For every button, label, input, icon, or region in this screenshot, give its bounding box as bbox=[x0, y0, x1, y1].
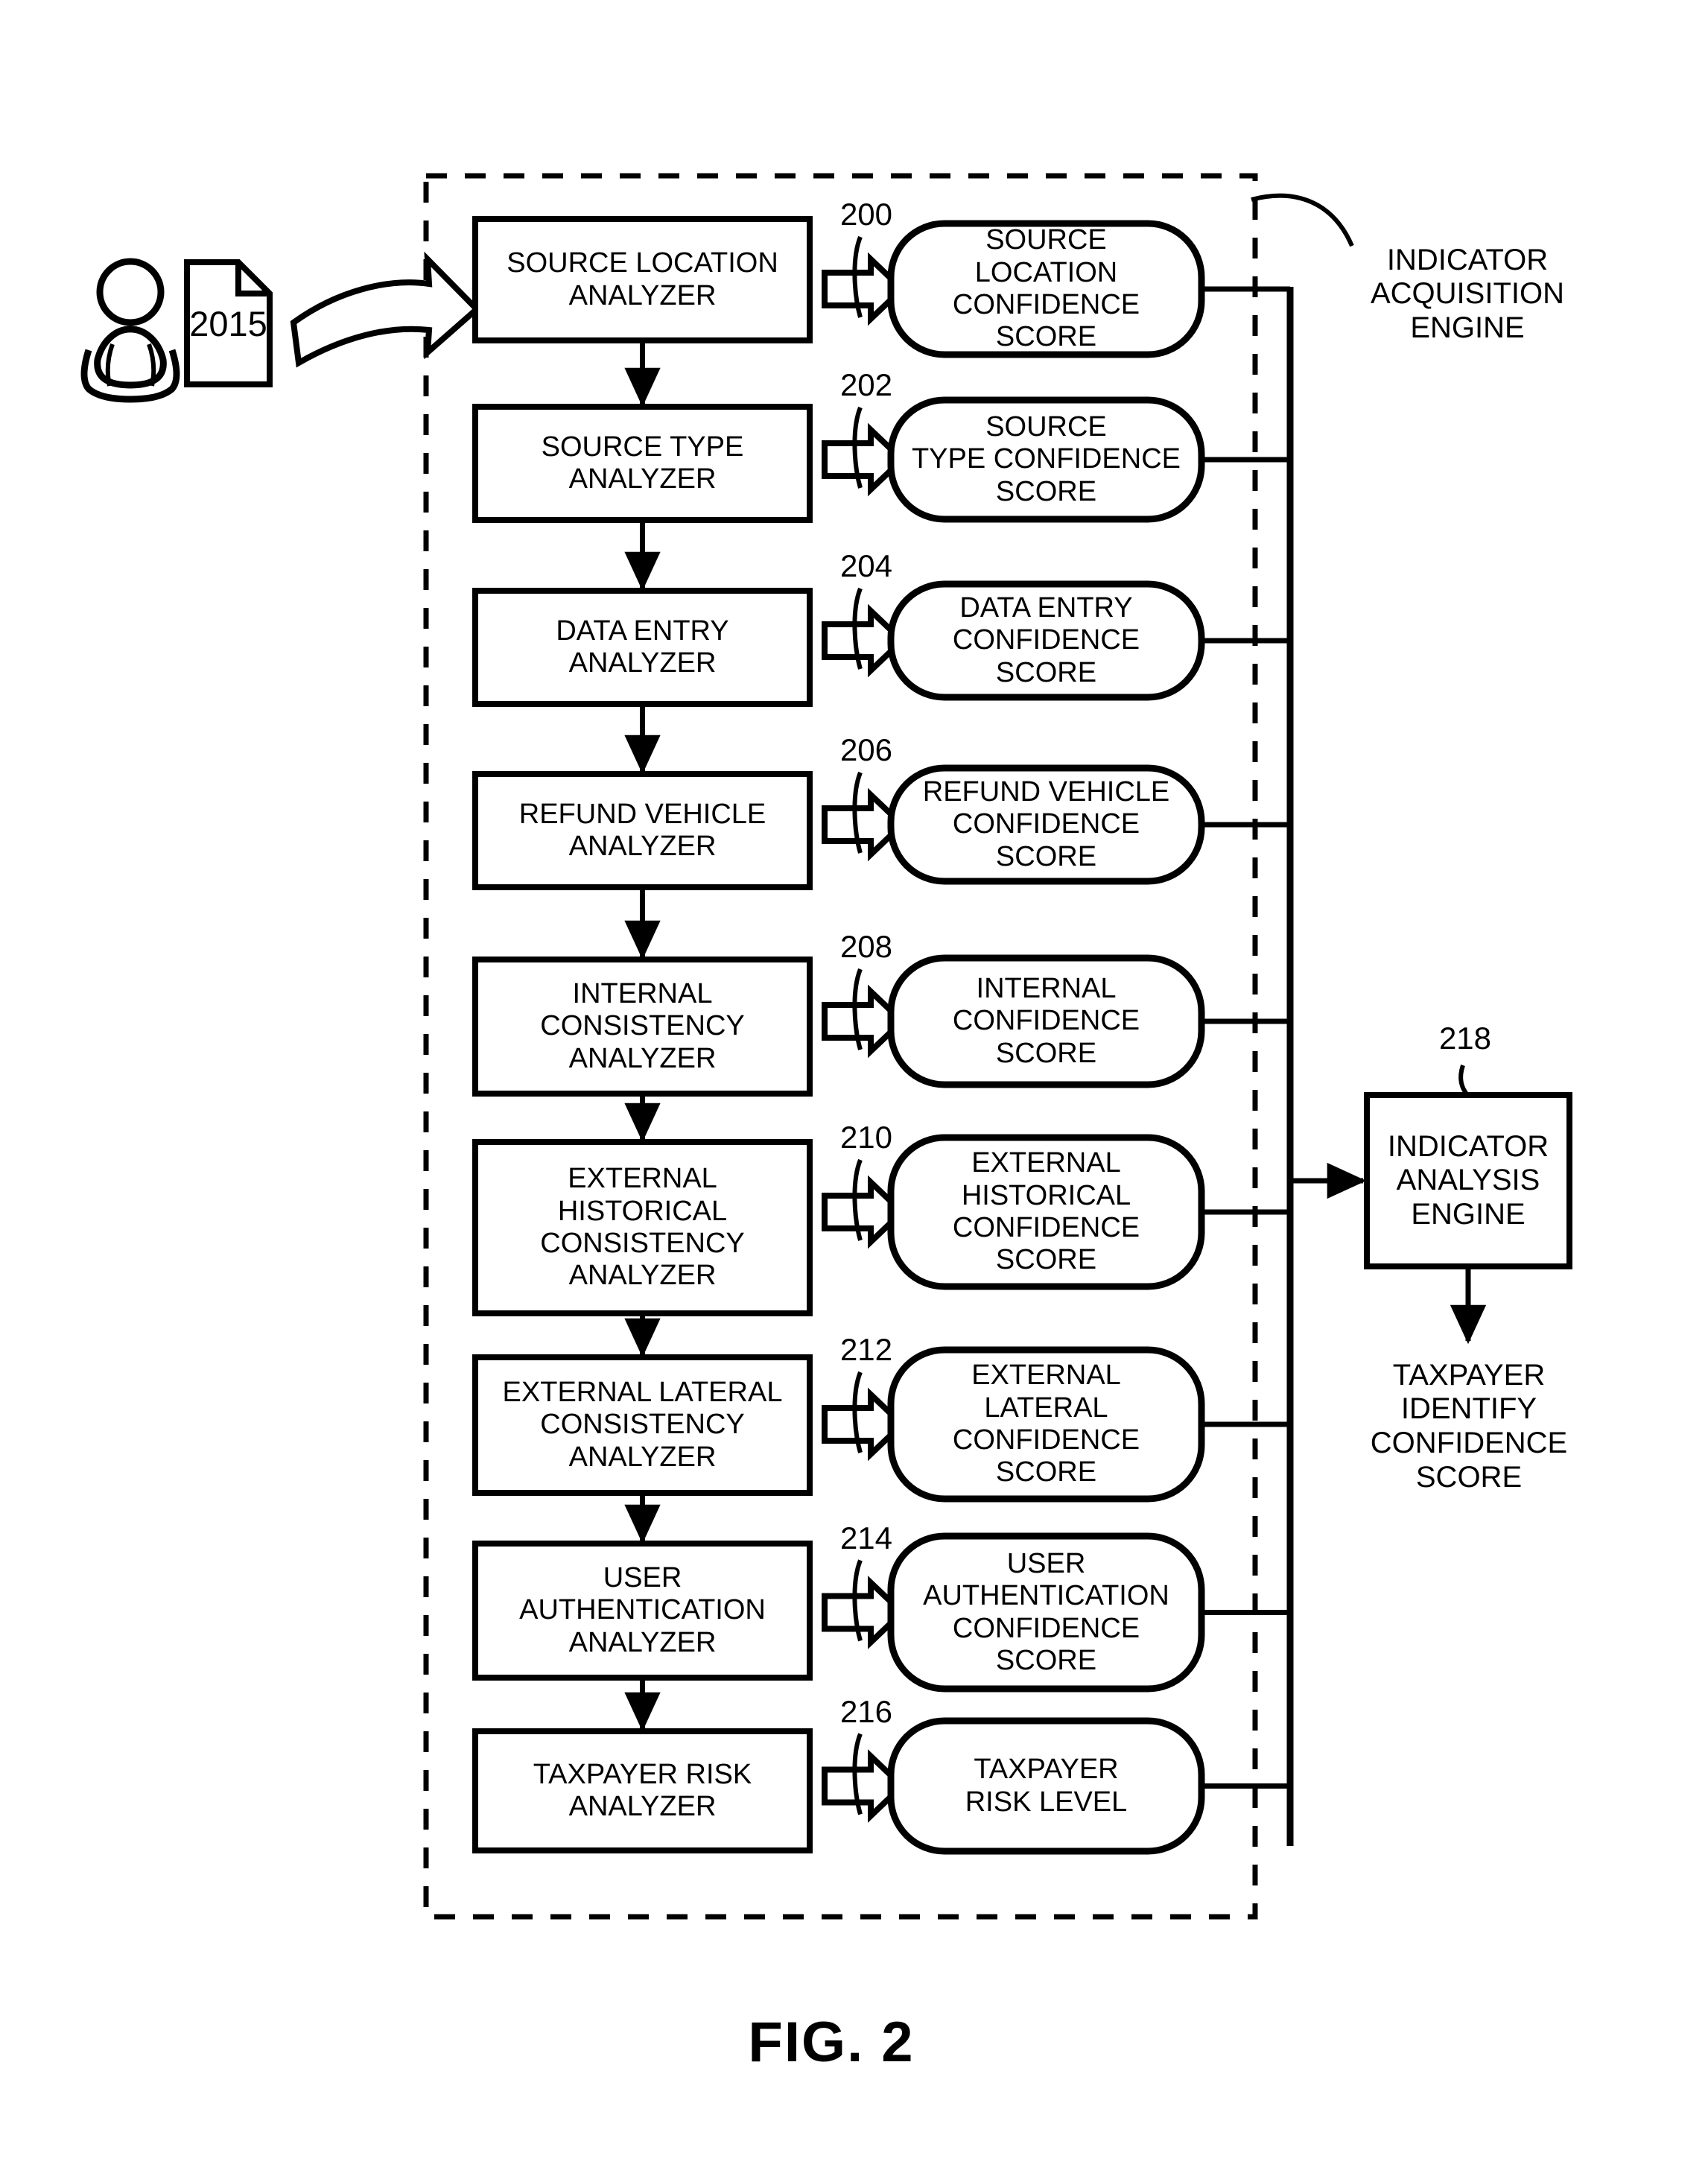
confidence-score-label: SOURCE TYPE CONFIDENCE SCORE bbox=[911, 411, 1181, 507]
ref-number-214: 214 bbox=[839, 1520, 893, 1555]
analyzer-label: SOURCE TYPE ANALYZER bbox=[541, 431, 744, 495]
ref-number-202: 202 bbox=[839, 367, 893, 403]
analyzer-label: REFUND VEHICLE ANALYZER bbox=[518, 798, 766, 862]
ref-number-200: 200 bbox=[839, 197, 893, 232]
confidence-score-label: REFUND VEHICLE CONFIDENCE SCORE bbox=[922, 776, 1170, 872]
analyzer-label: SOURCE LOCATION ANALYZER bbox=[507, 247, 778, 311]
ref-218-leader bbox=[1458, 1065, 1470, 1097]
confidence-score-label: TAXPAYER RISK LEVEL bbox=[965, 1754, 1128, 1818]
figure-canvas: 2015 INDICATOR ACQUISITION ENGINE 218 INDI… bbox=[0, 0, 1708, 2176]
analyzer-label: USER AUTHENTICATION ANALYZER bbox=[519, 1562, 766, 1658]
analyzer-label: INTERNAL CONSISTENCY ANALYZER bbox=[540, 978, 745, 1074]
indicator-analysis-engine-label: INDICATOR ANALYSIS ENGINE bbox=[1387, 1129, 1549, 1231]
ref-number-206: 206 bbox=[839, 732, 893, 768]
ref-number-204: 204 bbox=[839, 548, 893, 584]
person-icon bbox=[80, 258, 180, 403]
analyzer-label: TAXPAYER RISK ANALYZER bbox=[533, 1758, 752, 1822]
analyzer-label: EXTERNAL HISTORICAL CONSISTENCY ANALYZER bbox=[540, 1163, 745, 1292]
confidence-score-label: SOURCE LOCATION CONFIDENCE SCORE bbox=[952, 224, 1140, 353]
ref-number-210: 210 bbox=[839, 1120, 893, 1155]
pill-bus-connector bbox=[1201, 1783, 1293, 1846]
boundary-label-leader bbox=[1251, 193, 1354, 247]
input-curved-arrow-icon bbox=[290, 251, 481, 368]
ref-number-212: 212 bbox=[839, 1332, 893, 1368]
figure-caption: FIG. 2 bbox=[748, 2010, 915, 2074]
analyzer-label: DATA ENTRY ANALYZER bbox=[556, 615, 729, 679]
confidence-score-label: USER AUTHENTICATION CONFIDENCE SCORE bbox=[923, 1547, 1169, 1676]
analyzer-label: EXTERNAL LATERAL CONSISTENCY ANALYZER bbox=[502, 1377, 783, 1473]
boundary-label: INDICATOR ACQUISITION ENGINE bbox=[1370, 243, 1565, 344]
confidence-score-label: INTERNAL CONFIDENCE SCORE bbox=[952, 973, 1140, 1069]
ref-number-218: 218 bbox=[1438, 1021, 1492, 1056]
ref-number-208: 208 bbox=[839, 929, 893, 965]
ref-number-216: 216 bbox=[839, 1693, 893, 1729]
confidence-score-label: EXTERNAL LATERAL CONFIDENCE SCORE bbox=[952, 1360, 1140, 1488]
confidence-score-label: DATA ENTRY CONFIDENCE SCORE bbox=[952, 592, 1140, 688]
document-year-label: 2015 bbox=[189, 304, 267, 344]
taxpayer-identify-confidence-score-label: TAXPAYER IDENTIFY CONFIDENCE SCORE bbox=[1370, 1358, 1568, 1494]
confidence-score-label: EXTERNAL HISTORICAL CONFIDENCE SCORE bbox=[952, 1147, 1140, 1276]
